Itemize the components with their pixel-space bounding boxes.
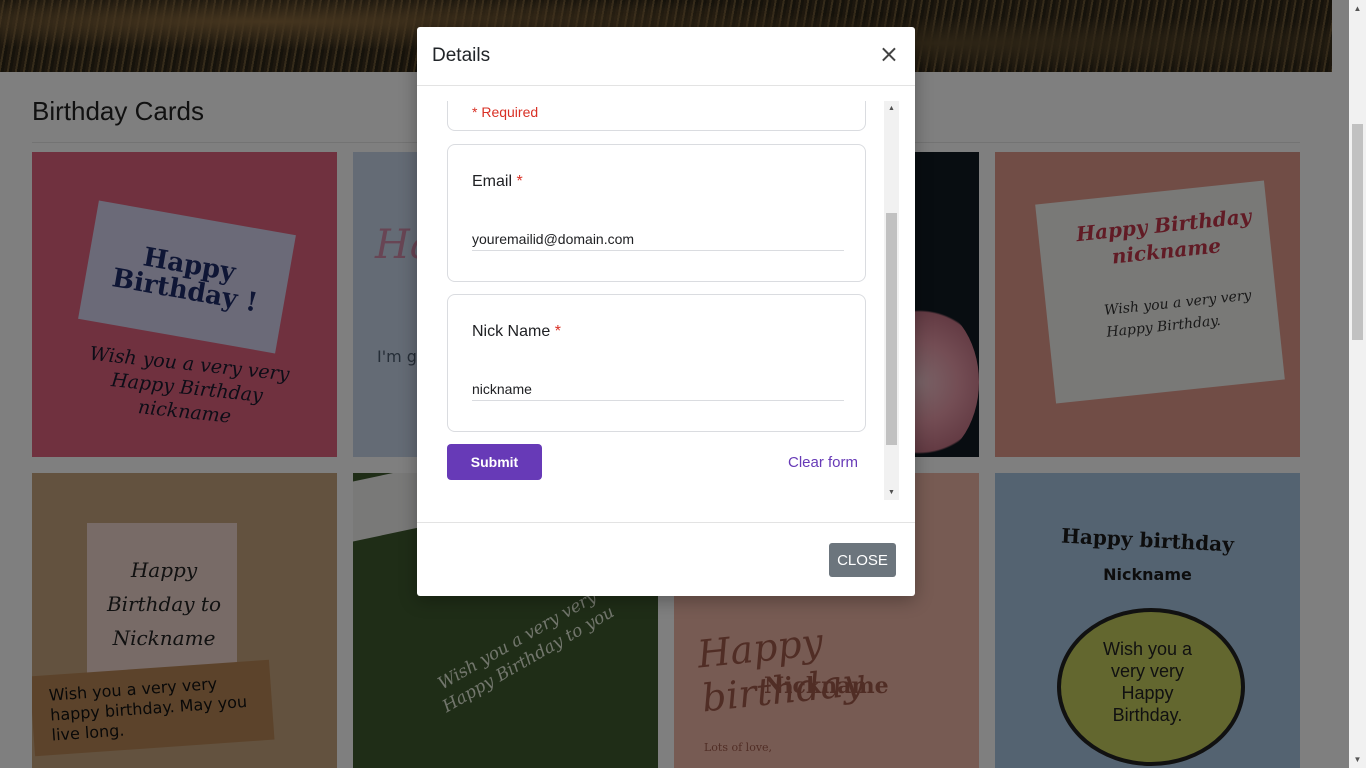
scroll-up-arrow-icon[interactable]: ▲ bbox=[1349, 0, 1366, 17]
form-header-card: * Required bbox=[447, 101, 866, 131]
scrollbar-thumb[interactable] bbox=[886, 213, 897, 445]
required-note: * Required bbox=[472, 104, 539, 120]
submit-button[interactable]: Submit bbox=[447, 444, 542, 480]
close-button[interactable]: CLOSE bbox=[829, 543, 896, 577]
nickname-question: Nick Name * bbox=[447, 294, 866, 432]
email-field[interactable] bbox=[472, 228, 844, 251]
nickname-label: Nick Name * bbox=[472, 323, 561, 341]
email-label: Email * bbox=[472, 173, 523, 191]
details-modal: Details × * Required Email * Nick Name *… bbox=[417, 27, 915, 596]
scroll-down-arrow-icon[interactable]: ▼ bbox=[884, 485, 899, 500]
form-frame: * Required Email * Nick Name * Submit Cl… bbox=[447, 101, 899, 500]
email-label-text: Email bbox=[472, 173, 513, 190]
email-question: Email * bbox=[447, 144, 866, 282]
scroll-down-arrow-icon[interactable]: ▼ bbox=[1349, 751, 1366, 768]
required-star: * bbox=[554, 323, 561, 340]
close-icon[interactable]: × bbox=[879, 42, 899, 66]
nickname-field[interactable] bbox=[472, 378, 844, 401]
modal-footer: CLOSE bbox=[417, 522, 915, 597]
scroll-up-arrow-icon[interactable]: ▲ bbox=[884, 101, 899, 116]
scrollbar-thumb[interactable] bbox=[1352, 124, 1363, 340]
required-star: * bbox=[516, 173, 523, 190]
modal-header: Details × bbox=[417, 27, 915, 86]
form-scrollbar[interactable]: ▲ ▼ bbox=[884, 101, 899, 500]
page-scrollbar[interactable]: ▲ ▼ bbox=[1349, 0, 1366, 768]
modal-title: Details bbox=[432, 45, 491, 66]
clear-form-link[interactable]: Clear form bbox=[788, 454, 858, 471]
nickname-label-text: Nick Name bbox=[472, 323, 551, 340]
